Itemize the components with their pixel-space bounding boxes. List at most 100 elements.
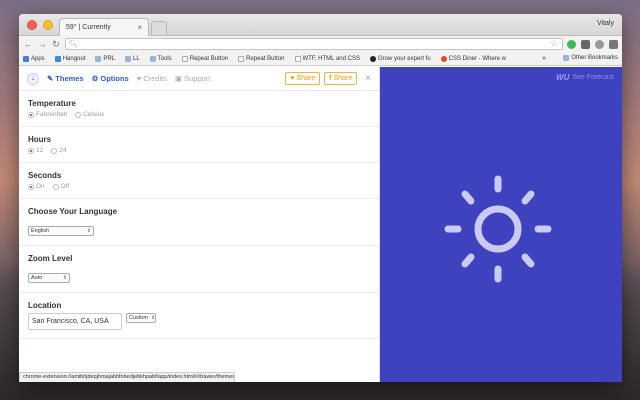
language-heading: Choose Your Language: [28, 207, 118, 216]
tab-themes[interactable]: ✎ Themes: [47, 74, 84, 83]
search-icon: 🔍︎: [69, 41, 78, 48]
address-bar[interactable]: 🔍︎ ☆: [65, 38, 563, 50]
location-row: San Francisco, CA, USA Custom ⇕: [28, 313, 370, 330]
radio-12h[interactable]: 12: [28, 147, 43, 154]
profile-name[interactable]: Vitaly: [597, 20, 614, 27]
tab-currently[interactable]: 59° | Currently ×: [59, 18, 149, 36]
see-forecast-label: See Forecast: [572, 74, 614, 81]
share-buttons: ♥︎ Share f Share ×: [285, 72, 371, 85]
zoom-heading: Zoom Level: [28, 254, 73, 263]
language-select[interactable]: English ⇕: [28, 226, 94, 236]
bookmark-repeat-button-1[interactable]: Repeat Button: [181, 55, 228, 62]
back-icon[interactable]: ←: [23, 39, 33, 49]
page-icon: [294, 55, 301, 62]
seconds-heading: Seconds: [28, 171, 62, 180]
cast-icon[interactable]: [581, 39, 590, 49]
tab-options[interactable]: ⚙︎ Options: [92, 74, 129, 83]
drawer-nav: 💧︎ ✎ Themes ⚙︎ Options ♥︎ Credits ▣ Supp…: [19, 67, 379, 91]
bookmark-star-icon[interactable]: ☆: [550, 38, 558, 49]
tab-close-icon[interactable]: ×: [137, 23, 142, 32]
hours-options: 12 24: [28, 147, 370, 154]
sun-ray: [461, 253, 475, 268]
github-icon: [369, 55, 376, 62]
browser-toolbar: ← → ↻ 🔍︎ ☆: [19, 36, 622, 52]
bookmark-wtf-html-css[interactable]: WTF, HTML and CSS: [294, 55, 360, 62]
sun-ray: [521, 190, 535, 205]
tab-support[interactable]: ▣ Support: [175, 74, 210, 83]
sun-icon: [444, 175, 552, 283]
bookmark-folder-prl[interactable]: PRL: [95, 55, 115, 62]
radio-seconds-on-dot[interactable]: [28, 183, 34, 190]
select-arrows-icon: ⇕: [86, 228, 91, 234]
currently-logo-icon[interactable]: 💧︎: [27, 72, 39, 85]
folder-icon: [125, 55, 132, 62]
more-bookmarks-button[interactable]: »: [542, 55, 546, 62]
page-icon: [238, 55, 245, 62]
close-drawer-icon[interactable]: ×: [365, 73, 371, 84]
bookmark-hangout[interactable]: Hangout: [54, 55, 85, 62]
bookmark-apps[interactable]: Apps: [23, 55, 45, 62]
bookmark-grow-expert[interactable]: Grow your expert fu: [369, 55, 431, 62]
tab-credits[interactable]: ♥︎ Credits: [137, 74, 167, 83]
heart-icon: ♥︎: [136, 74, 142, 83]
radio-24h[interactable]: 24: [51, 147, 66, 154]
radio-fahrenheit[interactable]: Fahrenheit: [28, 111, 67, 118]
menu-icon[interactable]: [609, 39, 618, 49]
select-arrows-icon: ⇕: [62, 275, 67, 281]
hangout-icon: [54, 55, 61, 62]
temperature-section: Temperature Fahrenheit Celsius: [19, 91, 379, 127]
gear-icon: ⚙︎: [91, 74, 99, 83]
radio-seconds-on[interactable]: On: [28, 183, 45, 190]
radio-seconds-off[interactable]: Off: [52, 183, 69, 190]
wunderground-logo: WU: [556, 73, 570, 82]
new-tab-button[interactable]: [151, 21, 167, 35]
language-section: Choose Your Language English ⇕: [19, 199, 379, 246]
folder-icon: [95, 55, 102, 62]
radio-celsius[interactable]: Celsius: [75, 111, 104, 118]
zoom-section: Zoom Level Auto ⇕: [19, 246, 379, 293]
forward-icon[interactable]: →: [37, 39, 47, 49]
other-bookmarks[interactable]: Other Bookmarks: [563, 55, 618, 61]
evernote-icon[interactable]: [567, 39, 576, 49]
extension-icon[interactable]: [595, 39, 604, 49]
minimize-window-button[interactable]: [43, 20, 53, 30]
location-section: Location San Francisco, CA, USA Custom ⇕: [19, 293, 379, 339]
extension-icons: [567, 39, 618, 49]
radio-12h-dot[interactable]: [28, 147, 34, 154]
seconds-options: On Off: [28, 183, 370, 190]
settings-drawer: 💧︎ ✎ Themes ⚙︎ Options ♥︎ Credits ▣ Supp…: [19, 67, 380, 382]
close-window-button[interactable]: [27, 20, 37, 30]
bookmark-css-diner[interactable]: CSS Diner - Where w: [440, 55, 506, 62]
select-arrows-icon: ⇕: [150, 315, 156, 321]
temperature-heading: Temperature: [28, 99, 76, 108]
share-twitter-button[interactable]: ♥︎ Share: [285, 72, 321, 85]
status-bar-url: chrome-extension://amibhjdepjhmajabhfobe…: [19, 372, 235, 382]
location-heading: Location: [28, 301, 62, 310]
location-input[interactable]: San Francisco, CA, USA: [28, 313, 122, 330]
radio-24h-dot[interactable]: [51, 147, 58, 154]
page-icon: [181, 55, 188, 62]
sun-ray: [461, 190, 475, 205]
radio-celsius-dot[interactable]: [75, 111, 82, 118]
sun-core: [474, 205, 522, 253]
bookmark-repeat-button-2[interactable]: Repeat Button: [238, 55, 285, 62]
sun-ray: [521, 253, 535, 268]
share-facebook-button[interactable]: f Share: [324, 72, 358, 85]
reload-icon[interactable]: ↻: [51, 39, 61, 50]
see-forecast-link[interactable]: WU See Forecast: [556, 73, 614, 82]
bookmark-folder-tools[interactable]: Tools: [149, 55, 172, 62]
bookmark-folder-ll[interactable]: LL: [125, 55, 140, 62]
bookmarks-bar: Apps Hangout PRL LL Tools Repeat Button …: [19, 52, 622, 66]
location-mode-select[interactable]: Custom ⇕: [126, 313, 156, 323]
zoom-select[interactable]: Auto ⇕: [28, 273, 70, 283]
folder-icon: [149, 55, 156, 62]
seconds-section: Seconds On Off: [19, 163, 379, 199]
hours-section: Hours 12 24: [19, 127, 379, 163]
brush-icon: ✎: [47, 74, 54, 83]
radio-fahrenheit-dot[interactable]: [28, 111, 34, 118]
radio-seconds-off-dot[interactable]: [52, 183, 59, 190]
apps-icon: [23, 55, 29, 62]
css-diner-icon: [440, 55, 447, 62]
camera-icon: ▣: [174, 74, 183, 83]
hours-heading: Hours: [28, 135, 52, 144]
